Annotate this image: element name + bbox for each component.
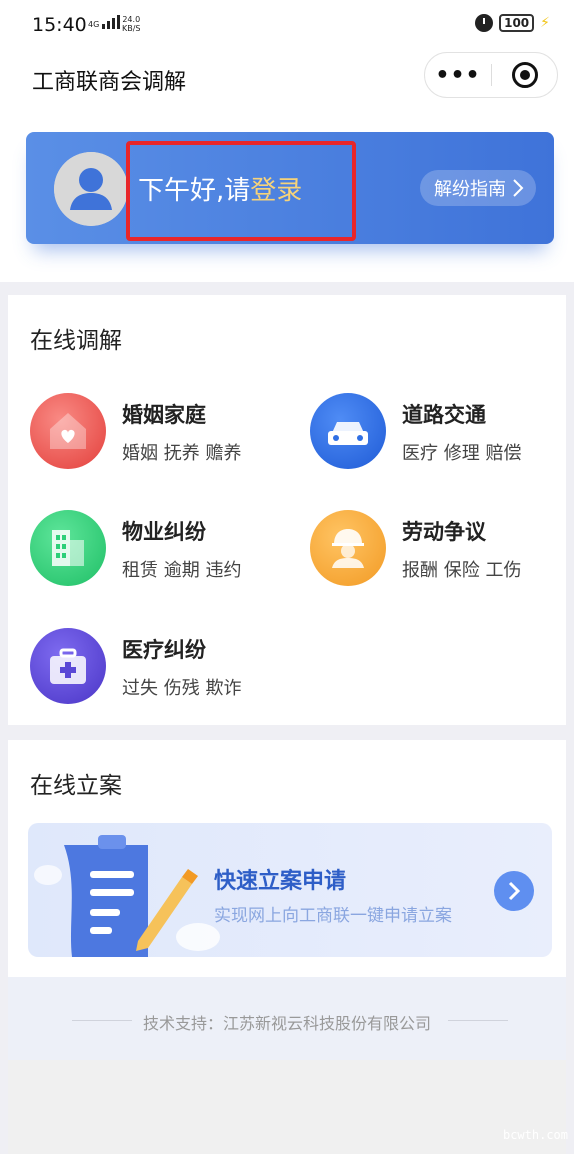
highlight-box (126, 141, 356, 241)
target-circle-icon (511, 62, 538, 88)
mediation-item-marriage[interactable]: 婚姻家庭 婚姻 抚养 赡养 (30, 393, 290, 473)
network-speed: 24.0 KB/S (122, 15, 141, 33)
status-bar: 15:40 4G 24.0 KB/S 100 ⚡ (0, 0, 574, 52)
mediation-item-subtitle: 婚姻 抚养 赡养 (122, 443, 242, 464)
avatar[interactable] (54, 152, 128, 226)
mediation-item-subtitle: 报酬 保险 工伤 (402, 560, 522, 581)
alarm-icon (475, 14, 494, 32)
mediation-item-medical[interactable]: 医疗纠纷 过失 伤残 欺诈 (30, 628, 290, 708)
dispute-guide-button[interactable]: 解纷指南 (420, 170, 536, 206)
mediation-item-subtitle: 租赁 逾期 违约 (122, 560, 242, 581)
building-icon (30, 510, 106, 586)
quick-filing-banner[interactable]: 快速立案申请 实现网上向工商联一键申请立案 (28, 823, 552, 957)
worker-icon (310, 510, 386, 586)
filing-subtitle: 实现网上向工商联一键申请立案 (214, 906, 452, 926)
chevron-right-icon (513, 179, 524, 197)
medical-kit-icon (30, 628, 106, 704)
car-icon (310, 393, 386, 469)
signal-icon: 4G (88, 15, 121, 29)
more-dots-icon[interactable]: ••• (425, 63, 491, 88)
section-title: 在线调解 (30, 328, 122, 354)
network-type: 4G (88, 20, 100, 29)
house-heart-icon (30, 393, 106, 469)
clipboard-pencil-icon (34, 835, 220, 957)
chevron-right-icon (508, 881, 521, 901)
online-mediation-section: 在线调解 婚姻家庭 婚姻 抚养 赡养 道路交通 医疗 修理 赔偿 物业纠纷 租赁… (8, 295, 566, 725)
footer: 技术支持：江苏新视云科技股份有限公司 (8, 977, 566, 1060)
section-title: 在线立案 (30, 773, 122, 799)
charging-icon: ⚡ (540, 15, 550, 31)
online-filing-section: 在线立案 快速立案申请 实现网上向工商联一键申请立案 (8, 740, 566, 977)
filing-title: 快速立案申请 (214, 869, 347, 894)
mediation-item-subtitle: 医疗 修理 赔偿 (402, 443, 522, 464)
page-title: 工商联商会调解 (32, 70, 187, 95)
mediation-item-title: 医疗纠纷 (122, 638, 206, 662)
dispute-guide-label: 解纷指南 (434, 179, 506, 200)
mediation-item-subtitle: 过失 伤残 欺诈 (122, 678, 242, 699)
close-mini-program-button[interactable] (492, 62, 557, 88)
mediation-item-title: 道路交通 (402, 403, 486, 427)
mediation-item-labor[interactable]: 劳动争议 报酬 保险 工伤 (310, 510, 570, 590)
battery-icon: 100 (499, 14, 535, 32)
speed-value: 24.0 (122, 15, 141, 24)
tech-support-text: 技术支持：江苏新视云科技股份有限公司 (142, 1014, 431, 1033)
mediation-item-traffic[interactable]: 道路交通 医疗 修理 赔偿 (310, 393, 570, 473)
mediation-item-title: 劳动争议 (402, 520, 486, 544)
speed-unit: KB/S (122, 24, 141, 33)
user-icon (54, 152, 128, 226)
mediation-item-title: 物业纠纷 (122, 520, 206, 544)
mediation-item-property[interactable]: 物业纠纷 租赁 逾期 违约 (30, 510, 290, 590)
footer-divider-right (448, 1020, 508, 1021)
status-time: 15:40 (32, 14, 87, 36)
watermark: bcwth.com (502, 1128, 568, 1142)
filing-arrow-button[interactable] (494, 871, 534, 911)
mediation-item-title: 婚姻家庭 (122, 403, 206, 427)
mini-program-capsule: ••• (424, 52, 558, 98)
nav-bar: 工商联商会调解 ••• (0, 52, 574, 112)
bottom-area (8, 1060, 566, 1154)
